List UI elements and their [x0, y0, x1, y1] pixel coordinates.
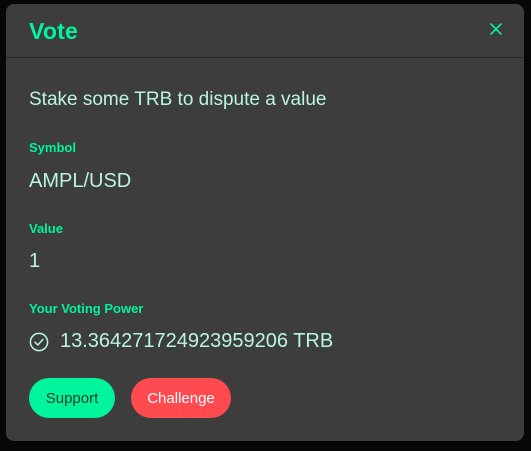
voting-power-label: Your Voting Power	[29, 301, 144, 316]
voting-power-value: 13.364271724923959206 TRB	[60, 330, 334, 352]
modal-title: Vote	[29, 18, 78, 44]
value-label: Value	[29, 221, 63, 236]
modal-subtitle: Stake some TRB to dispute a value	[29, 89, 327, 110]
challenge-button[interactable]: Challenge	[131, 378, 231, 418]
voting-power-row: 13.364271724923959206 TRB	[29, 330, 333, 353]
support-button[interactable]: Support	[29, 378, 115, 418]
modal-header: Vote	[6, 4, 524, 58]
value-value: 1	[29, 250, 41, 272]
symbol-value: AMPL/USD	[29, 170, 132, 192]
close-icon	[490, 23, 502, 35]
symbol-label: Symbol	[29, 140, 76, 155]
close-button[interactable]	[488, 21, 504, 37]
check-circle-icon	[29, 332, 49, 352]
vote-modal: Vote Stake some TRB to dispute a value S…	[6, 4, 524, 441]
